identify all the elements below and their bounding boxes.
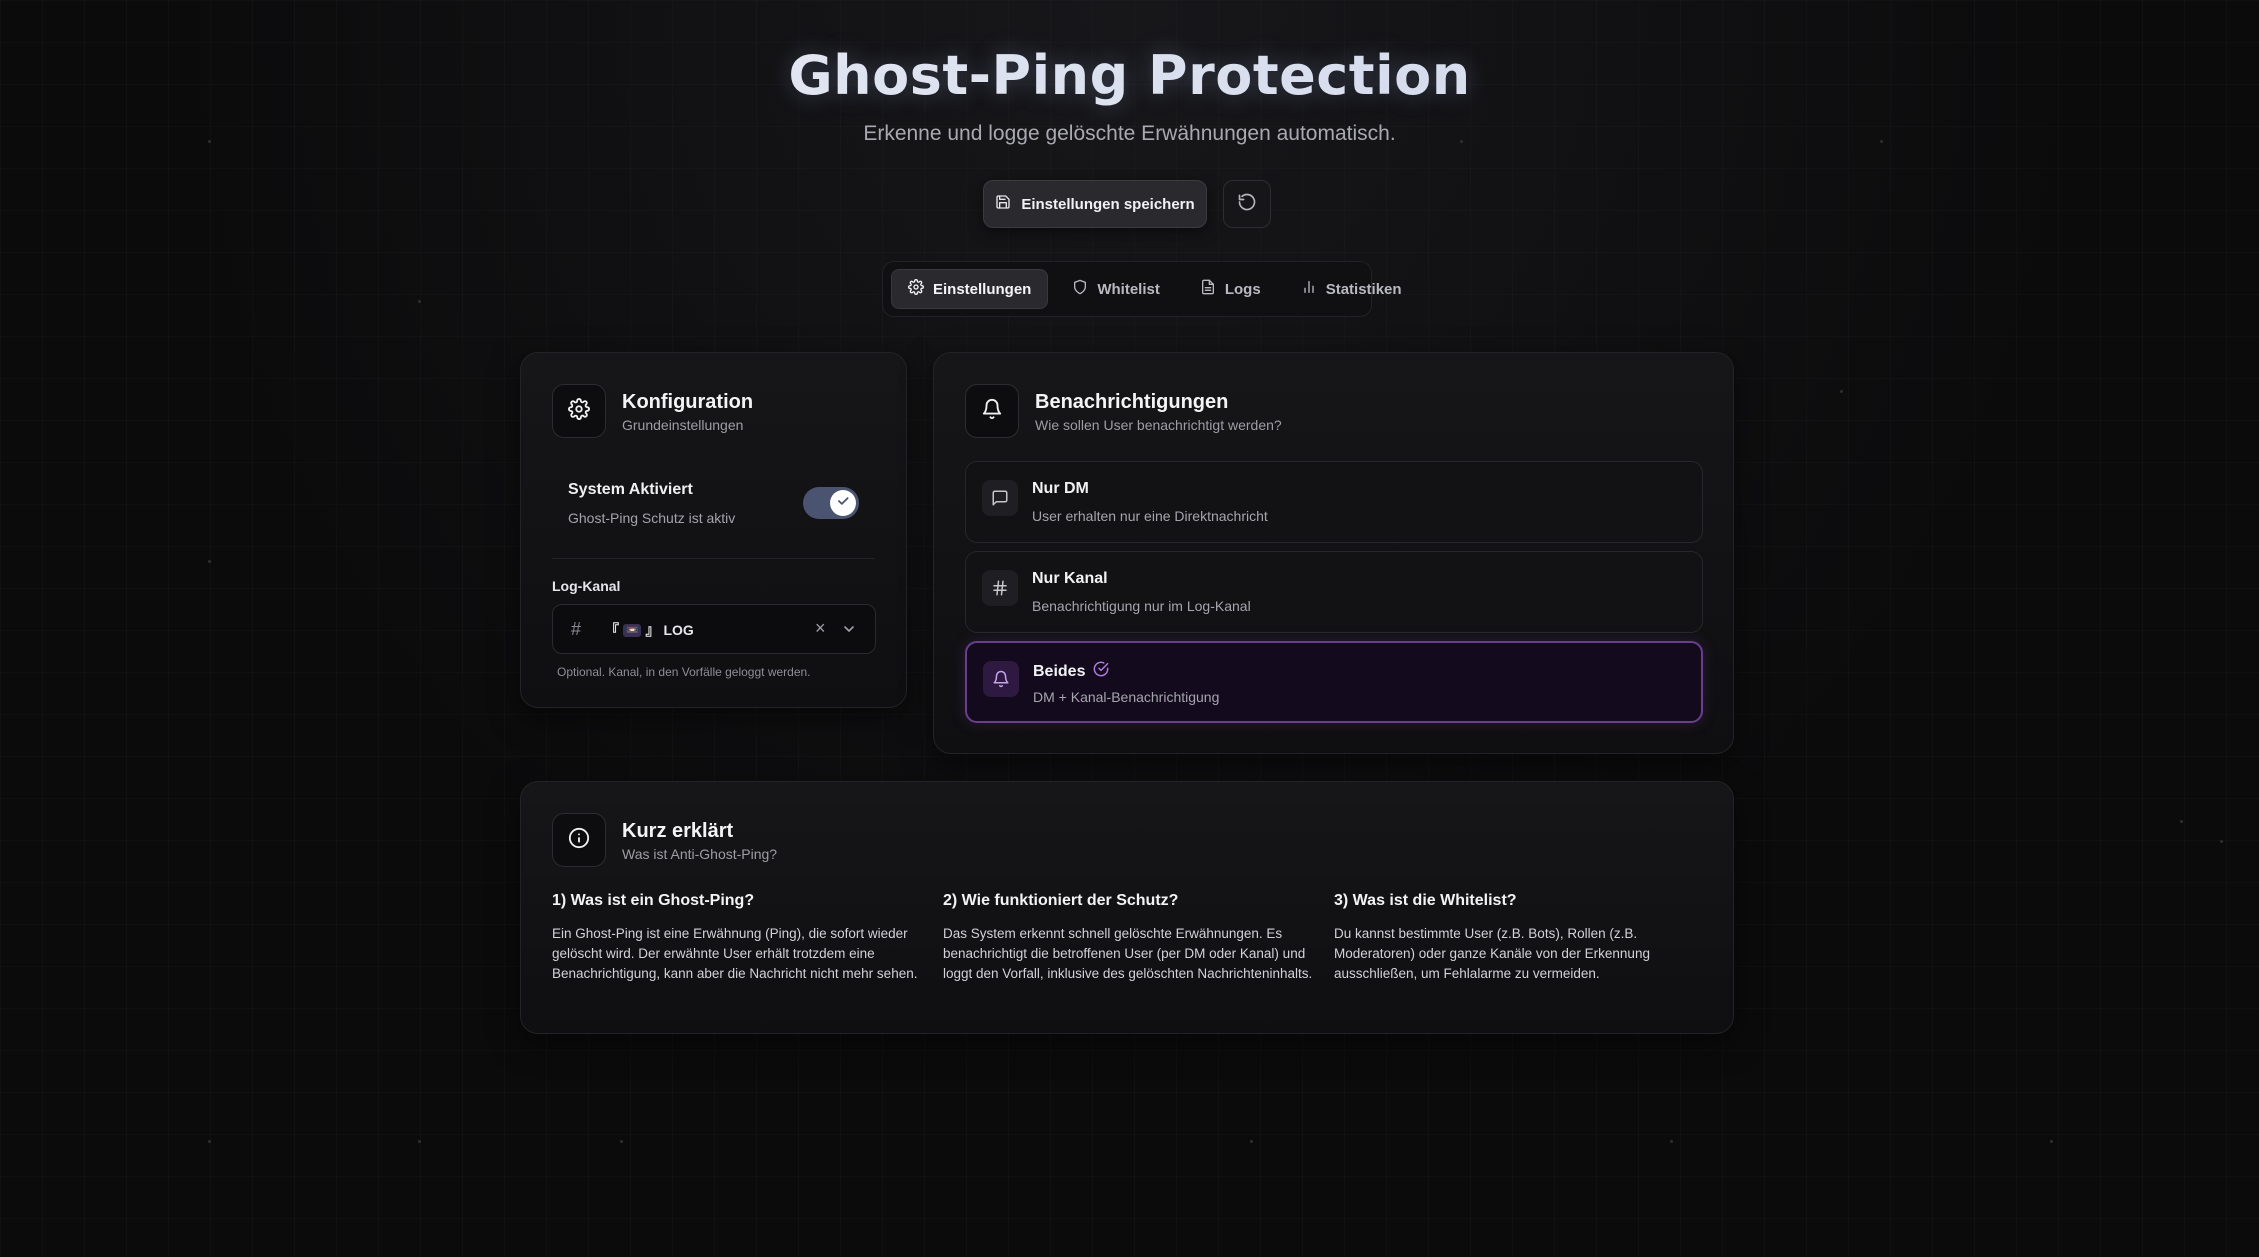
- divider: [552, 558, 875, 559]
- info-text: Das System erkennt schnell gelöschte Erw…: [943, 926, 1313, 981]
- option-title: Nur DM: [1032, 480, 1089, 497]
- option-title: Beides: [1033, 662, 1086, 680]
- background-dot: [620, 1140, 623, 1143]
- tab-whitelist[interactable]: Whitelist: [1056, 269, 1176, 309]
- option-title: Nur Kanal: [1032, 570, 1108, 587]
- info-icon: [568, 827, 590, 854]
- info-card-icon: [552, 813, 606, 867]
- notifications-title: Benachrichtigungen: [1035, 391, 1229, 413]
- shield-icon: [1072, 279, 1088, 299]
- file-icon: [1200, 279, 1216, 299]
- save-settings-button[interactable]: Einstellungen speichern: [983, 180, 1207, 228]
- option-title-row: Beides: [1033, 661, 1109, 682]
- reset-icon: [1237, 192, 1257, 217]
- info-heading: 1) Was ist ein Ghost-Ping?: [552, 892, 755, 909]
- chevron-down-icon[interactable]: [841, 621, 857, 642]
- hash-icon: [982, 570, 1018, 606]
- system-toggle-label: System Aktiviert: [568, 481, 693, 498]
- system-toggle-description: Ghost-Ping Schutz ist aktiv: [568, 510, 736, 526]
- channel-prefix: 『: [605, 622, 619, 638]
- toggle-knob: [830, 490, 856, 516]
- message-icon: [982, 480, 1018, 516]
- check-circle-icon: [1093, 661, 1109, 682]
- info-card: Kurz erklärt Was ist Anti-Ghost-Ping? 1)…: [520, 781, 1734, 1034]
- background-dot: [1840, 390, 1843, 393]
- tab-label: Einstellungen: [933, 280, 1032, 298]
- background-dot: [418, 300, 421, 303]
- log-channel-select[interactable]: # 『 📼 』 LOG ×: [552, 604, 876, 654]
- config-title: Konfiguration: [622, 391, 754, 413]
- background-dot: [208, 1140, 211, 1143]
- tab-bar: Einstellungen Whitelist Logs Statistiken: [882, 261, 1402, 317]
- bar-chart-icon: [1301, 279, 1317, 299]
- background-dot: [208, 560, 211, 563]
- info-column-2: 2) Wie funktioniert der Schutz? Das Syst…: [943, 892, 1313, 984]
- info-title: Kurz erklärt: [622, 820, 734, 842]
- tab-label: Logs: [1224, 280, 1261, 298]
- tab-label: Statistiken: [1325, 280, 1402, 298]
- option-beides[interactable]: Beides DM + Kanal-Benachrichtigung: [965, 641, 1703, 723]
- info-column-1: 1) Was ist ein Ghost-Ping? Ein Ghost-Pin…: [552, 892, 922, 984]
- clear-icon[interactable]: ×: [815, 618, 826, 639]
- background-dot: [2050, 1140, 2053, 1143]
- config-card: Konfiguration Grundeinstellungen System …: [520, 352, 907, 708]
- background-dot: [2220, 840, 2223, 843]
- notifications-card-icon: [965, 384, 1019, 438]
- info-subtitle: Was ist Anti-Ghost-Ping?: [622, 846, 778, 862]
- option-nur-kanal[interactable]: Nur Kanal Benachrichtigung nur im Log-Ka…: [965, 551, 1703, 633]
- log-channel-label: Log-Kanal: [552, 578, 621, 594]
- system-active-toggle[interactable]: [803, 487, 859, 519]
- save-button-label: Einstellungen speichern: [1021, 195, 1195, 213]
- background-dot: [418, 1140, 421, 1143]
- info-text: Du kannst bestimmte User (z.B. Bots), Ro…: [1334, 926, 1650, 981]
- gear-icon: [568, 397, 590, 425]
- check-icon: [836, 494, 850, 513]
- reset-button[interactable]: [1223, 180, 1271, 228]
- tab-einstellungen[interactable]: Einstellungen: [891, 269, 1049, 309]
- page-title: Ghost-Ping Protection: [0, 44, 2259, 107]
- log-channel-value: 『 📼 』 LOG: [605, 620, 694, 640]
- save-icon: [995, 194, 1011, 214]
- hash-icon: #: [571, 619, 582, 639]
- info-heading: 2) Wie funktioniert der Schutz?: [943, 892, 1179, 909]
- info-column-3: 3) Was ist die Whitelist? Du kannst best…: [1334, 892, 1704, 984]
- info-text: Ein Ghost-Ping ist eine Erwähnung (Ping)…: [552, 926, 918, 981]
- notifications-card: Benachrichtigungen Wie sollen User benac…: [933, 352, 1734, 754]
- config-subtitle: Grundeinstellungen: [622, 417, 744, 433]
- page-subtitle: Erkenne und logge gelöschte Erwähnungen …: [863, 122, 1396, 145]
- option-description: Benachrichtigung nur im Log-Kanal: [1032, 598, 1251, 614]
- channel-emoji: 📼: [623, 623, 642, 637]
- channel-suffix: 』: [645, 622, 660, 638]
- option-description: DM + Kanal-Benachrichtigung: [1033, 689, 1220, 705]
- option-description: User erhalten nur eine Direktnachricht: [1032, 508, 1268, 524]
- config-card-icon: [552, 384, 606, 438]
- background-dot: [1250, 1140, 1253, 1143]
- bell-icon: [983, 661, 1019, 697]
- gear-icon: [908, 279, 924, 299]
- channel-name: LOG: [663, 622, 694, 638]
- bell-icon: [981, 398, 1003, 425]
- info-heading: 3) Was ist die Whitelist?: [1334, 892, 1517, 909]
- tab-label: Whitelist: [1097, 280, 1160, 298]
- notifications-subtitle: Wie sollen User benachrichtigt werden?: [1035, 417, 1282, 433]
- background-dot: [2180, 820, 2183, 823]
- tab-statistiken[interactable]: Statistiken: [1285, 269, 1418, 309]
- option-nur-dm[interactable]: Nur DM User erhalten nur eine Direktnach…: [965, 461, 1703, 543]
- log-channel-hint: Optional. Kanal, in den Vorfälle geloggt…: [557, 665, 811, 679]
- tab-logs[interactable]: Logs: [1184, 269, 1277, 309]
- background-dot: [1670, 1140, 1673, 1143]
